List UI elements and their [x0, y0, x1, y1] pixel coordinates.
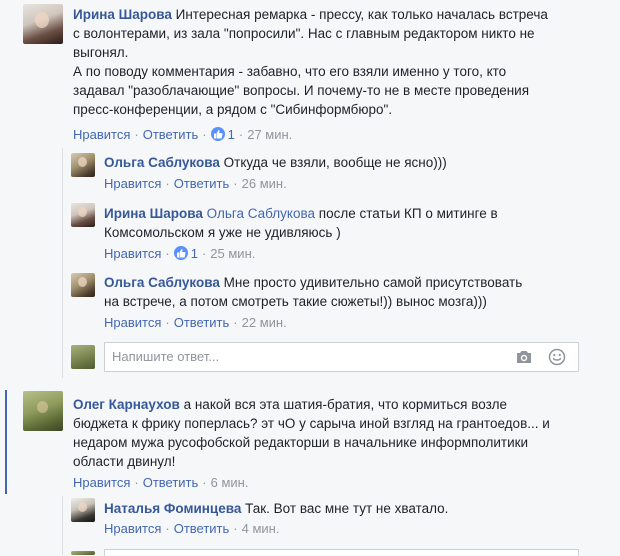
comment-text: области двинул!: [73, 454, 176, 469]
replies-thread-line: [62, 496, 63, 555]
comment-author[interactable]: Ирина Шарова: [73, 7, 172, 22]
comment-actions: Нравится · Ответить · 6 мин.: [73, 475, 249, 490]
avatar[interactable]: [71, 498, 95, 522]
reply-input[interactable]: Напишите ответ...: [104, 342, 579, 372]
comment-actions: Нравится · Ответить · 22 мин.: [104, 315, 287, 330]
comment-author[interactable]: Олег Карнаухов: [73, 397, 180, 412]
comment-body: Ирина Шарова Интересная ремарка - прессу…: [73, 5, 613, 119]
comment-text: Так. Вот вас мне тут не хватало.: [245, 501, 449, 516]
avatar[interactable]: [71, 203, 95, 227]
comment-time[interactable]: 22 мин.: [242, 315, 287, 330]
like-link[interactable]: Нравится: [73, 475, 130, 490]
comment-text: Откуда че взяли, вообще не ясно))): [223, 155, 447, 170]
like-link[interactable]: Нравится: [104, 521, 161, 536]
comment-actions: Нравится · Ответить · 26 мин.: [104, 176, 287, 191]
comment-text: а накой вся эта шатия-братия, что кормит…: [183, 397, 507, 412]
reaction-count[interactable]: 1: [228, 127, 235, 142]
like-reaction-icon[interactable]: [173, 246, 188, 260]
comment-text: Комсомольском я уже не удивляюсь ): [104, 225, 341, 240]
comment-actions: Нравится · Ответить · 1 · 27 мин.: [73, 127, 293, 142]
comment-text: Интересная ремарка - прессу, как только …: [175, 7, 548, 22]
like-link[interactable]: Нравится: [73, 127, 130, 142]
comment-text: Мне просто удивительно самой присутствов…: [223, 275, 523, 290]
avatar[interactable]: [71, 273, 95, 297]
comment-body: Наталья Фоминцева Так. Вот вас мне тут н…: [104, 499, 604, 518]
emoji-icon[interactable]: [548, 348, 566, 369]
comment-body: Ирина Шарова Ольга Саблукова после стать…: [104, 204, 604, 242]
like-link[interactable]: Нравится: [104, 176, 161, 191]
avatar: [71, 551, 95, 555]
comment-text: задавал "разоблачающие" вопросы. И почем…: [73, 83, 530, 98]
comment-body: Ольга Саблукова Мне просто удивительно с…: [104, 273, 614, 311]
comment-text: А по поводу комментария - забавно, что е…: [73, 64, 507, 79]
comment-text: на встрече, а потом смотреть такие сюжет…: [104, 294, 487, 309]
comment-time[interactable]: 26 мин.: [242, 176, 287, 191]
reply-link[interactable]: Ответить: [143, 127, 199, 142]
comment-text: выгонял.: [73, 45, 129, 60]
comment-author[interactable]: Ольга Саблукова: [104, 155, 220, 170]
avatar[interactable]: [23, 4, 63, 44]
comment-mention[interactable]: Ольга Саблукова: [207, 206, 315, 221]
comment-text: бюджета к фрику поперлась? эт чО у сарыч…: [73, 416, 550, 431]
comment-author[interactable]: Ирина Шарова: [104, 206, 203, 221]
comment-author[interactable]: Ольга Саблукова: [104, 275, 220, 290]
like-link[interactable]: Нравится: [104, 246, 161, 261]
like-reaction-icon[interactable]: [210, 127, 225, 141]
comment-actions: Нравится · Ответить · 4 мин.: [104, 521, 280, 536]
like-link[interactable]: Нравится: [104, 315, 161, 330]
reply-link[interactable]: Ответить: [174, 315, 230, 330]
new-comment-marker: [5, 390, 7, 494]
comment-actions: Нравится · 1 · 25 мин.: [104, 246, 256, 261]
replies-thread-line: [62, 148, 63, 378]
comment-body: Ольга Саблукова Откуда че взяли, вообще …: [104, 153, 604, 172]
comment-time[interactable]: 6 мин.: [211, 475, 249, 490]
comment-time[interactable]: 4 мин.: [242, 521, 280, 536]
avatar: [71, 345, 95, 369]
comment-text: с волонтерами, из зала "попросили". Нас …: [73, 26, 535, 41]
camera-icon[interactable]: [515, 349, 533, 368]
comment-text: недаром мужа русофобской редакторши в на…: [73, 435, 529, 450]
comment-body: Олег Карнаухов а накой вся эта шатия-бра…: [73, 395, 613, 471]
reaction-count[interactable]: 1: [191, 246, 198, 261]
comment-time[interactable]: 27 мин.: [247, 127, 292, 142]
reply-link[interactable]: Ответить: [174, 521, 230, 536]
avatar[interactable]: [23, 391, 63, 431]
reply-link[interactable]: Ответить: [143, 475, 199, 490]
comment-author[interactable]: Наталья Фоминцева: [104, 501, 241, 516]
reply-link[interactable]: Ответить: [174, 176, 230, 191]
comment-text: после статьи КП о митинге в: [318, 206, 498, 221]
reply-placeholder: Напишите ответ...: [112, 349, 220, 364]
comment-time[interactable]: 25 мин.: [210, 246, 255, 261]
comment-text: пресс-конференции, а рядом с "Сибинформб…: [73, 102, 393, 117]
avatar[interactable]: [71, 153, 95, 177]
